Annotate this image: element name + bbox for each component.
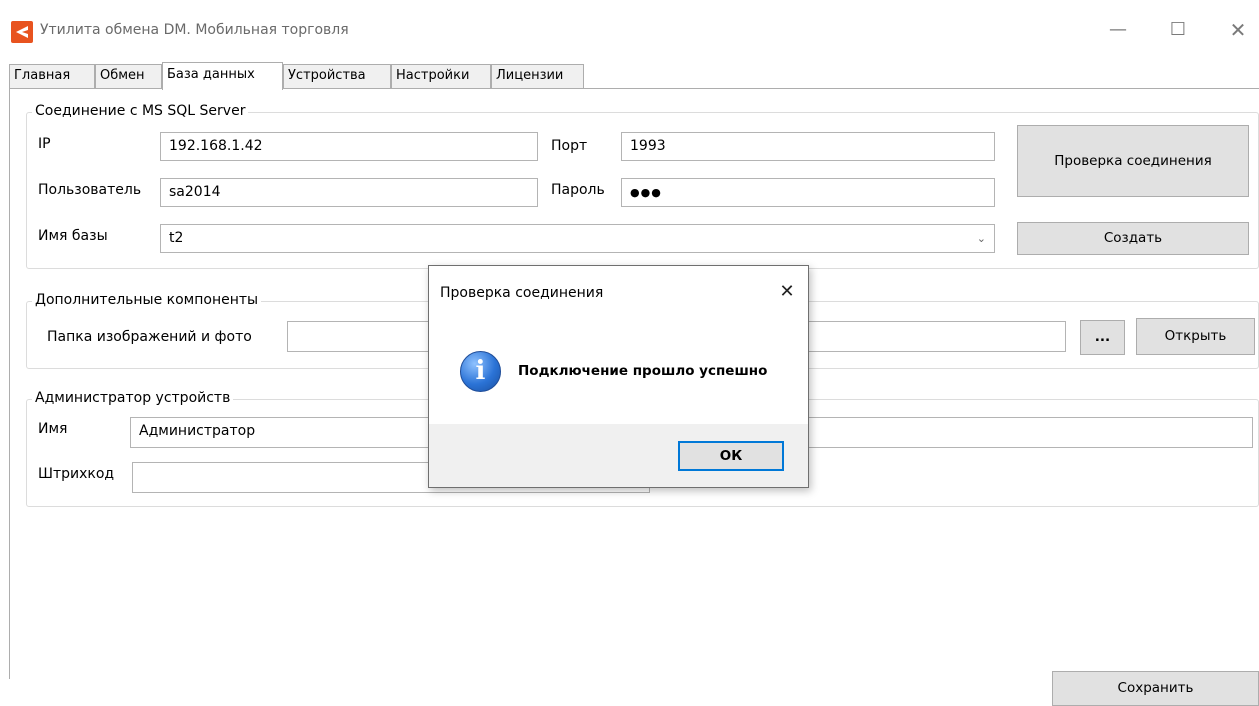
user-label: Пользователь — [38, 182, 142, 198]
chevron-down-icon[interactable]: ⌄ — [977, 225, 986, 252]
minimize-button[interactable]: — — [1098, 14, 1138, 46]
password-input[interactable]: ●●● — [621, 178, 995, 207]
ip-input[interactable]: 192.168.1.42 — [160, 132, 538, 161]
create-database-button[interactable]: Создать — [1017, 222, 1249, 255]
password-label: Пароль — [551, 182, 605, 198]
info-icon: i — [460, 351, 501, 392]
extra-group-title: Дополнительные компоненты — [32, 292, 262, 308]
dbname-label: Имя базы — [38, 228, 108, 244]
port-label: Порт — [551, 138, 588, 154]
dialog-message: Подключение прошло успешно — [518, 363, 768, 379]
dbname-value: t2 — [169, 230, 184, 246]
port-input[interactable]: 1993 — [621, 132, 995, 161]
admin-group-title: Администратор устройств — [32, 390, 234, 406]
tab-devices[interactable]: Устройства — [283, 64, 391, 88]
tab-strip: Главная Обмен База данных Устройства Нас… — [9, 62, 1259, 90]
window-title: Утилита обмена DM. Мобильная торговля — [40, 22, 349, 38]
user-input[interactable]: sa2014 — [160, 178, 538, 207]
barcode-label: Штрихкод — [38, 466, 115, 482]
tab-licenses[interactable]: Лицензии — [491, 64, 584, 88]
admin-name-label: Имя — [38, 421, 68, 437]
open-button[interactable]: Открыть — [1136, 318, 1255, 355]
tab-settings[interactable]: Настройки — [391, 64, 491, 88]
tab-exchange[interactable]: Обмен — [95, 64, 162, 88]
tab-main[interactable]: Главная — [9, 64, 95, 88]
maximize-button[interactable]: ☐ — [1158, 14, 1198, 46]
sql-group-title: Соединение с MS SQL Server — [32, 103, 249, 119]
save-button[interactable]: Сохранить — [1052, 671, 1259, 706]
dialog-title: Проверка соединения — [440, 285, 604, 301]
ok-button[interactable]: ОК — [678, 441, 784, 471]
ip-label: IP — [38, 136, 51, 152]
connection-check-dialog: Проверка соединения ✕ i Подключение прош… — [428, 265, 809, 488]
app-logo-icon — [11, 21, 33, 43]
browse-button[interactable]: ... — [1080, 320, 1125, 355]
check-connection-button[interactable]: Проверка соединения — [1017, 125, 1249, 197]
folder-label: Папка изображений и фото — [47, 329, 252, 345]
tab-database[interactable]: База данных — [162, 62, 283, 90]
dbname-select[interactable]: t2 ⌄ — [160, 224, 995, 253]
dialog-footer: ОК — [429, 424, 808, 487]
dialog-close-button[interactable]: ✕ — [772, 277, 802, 307]
close-button[interactable]: ✕ — [1218, 14, 1258, 46]
